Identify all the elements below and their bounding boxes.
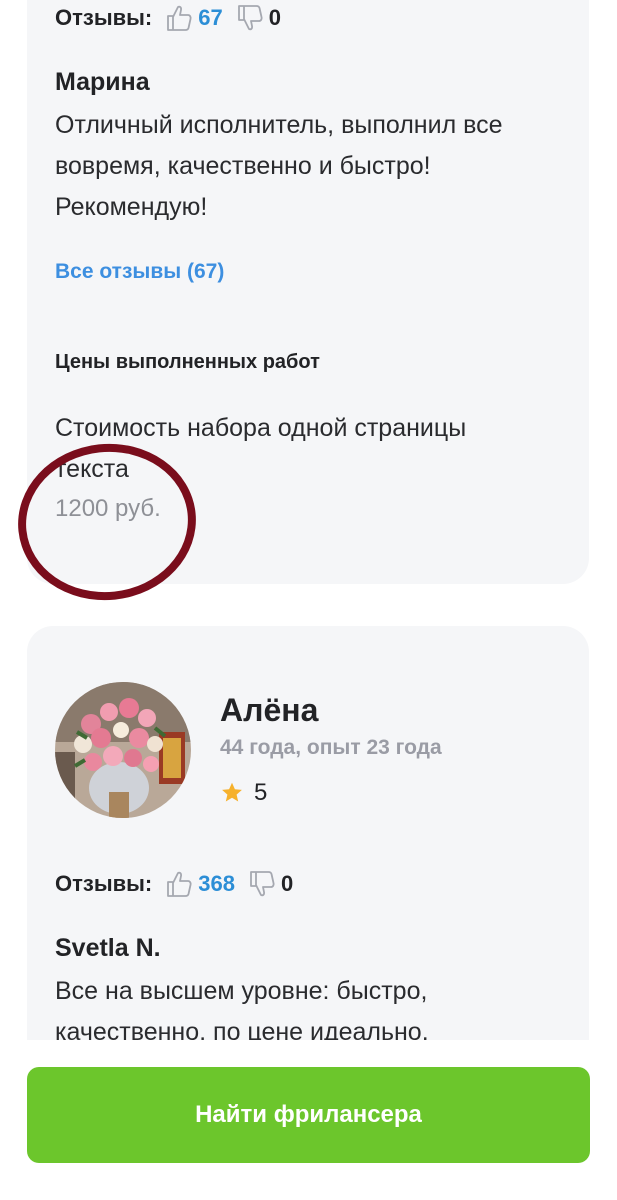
find-freelancer-button[interactable]: Найти фрилансера [27,1067,590,1163]
thumbs-down-icon[interactable] [249,870,275,898]
dislikes-count: 0 [268,5,281,30]
thumbs-up-icon[interactable] [166,4,192,32]
freelancer-age-experience: 44 года, опыт 23 года [220,736,442,759]
prices-section-title: Цены выполненных работ [55,351,320,373]
star-icon [222,782,242,802]
screen: Отзывы: 67 0 Марина Отличный исполнитель… [0,0,617,1200]
reviews-label: Отзывы: [55,871,153,896]
freelancer-name[interactable]: Алёна [220,692,318,729]
review-author: Svetla N. [55,934,161,962]
rating: 5 [220,779,267,807]
dislikes-count: 0 [280,871,294,896]
price-service-name: Стоимость набора одной страницы текста [55,408,575,490]
avatar[interactable] [55,682,191,818]
freelancer-card: Отзывы: 67 0 Марина Отличный исполнитель… [27,0,589,584]
review-text-line: Рекомендую! [55,193,208,221]
rating-value: 5 [254,779,268,806]
likes-count: 67 [198,5,223,30]
review-author: Марина [55,68,150,96]
thumbs-down-icon[interactable] [237,4,263,32]
price-service-line: Стоимость набора одной страницы [55,414,467,442]
reviews-label: Отзывы: [55,5,153,30]
review-text-line: Отличный исполнитель, выполнил все [55,111,503,139]
reviews-summary: Отзывы: 368 0 [55,870,293,898]
price-value: 1200 руб. [55,495,161,522]
review-text: Отличный исполнитель, выполнил все вовре… [55,105,575,228]
reviews-summary: Отзывы: 67 0 [55,4,281,32]
review-text-line: Все на высшем уровне: быстро, [55,977,428,1005]
price-service-line: текста [55,455,129,483]
review-text-line: вовремя, качественно и быстро! [55,152,431,180]
all-reviews-link[interactable]: Все отзывы (67) [55,260,224,284]
thumbs-up-icon[interactable] [166,870,192,898]
likes-count: 368 [198,871,235,896]
